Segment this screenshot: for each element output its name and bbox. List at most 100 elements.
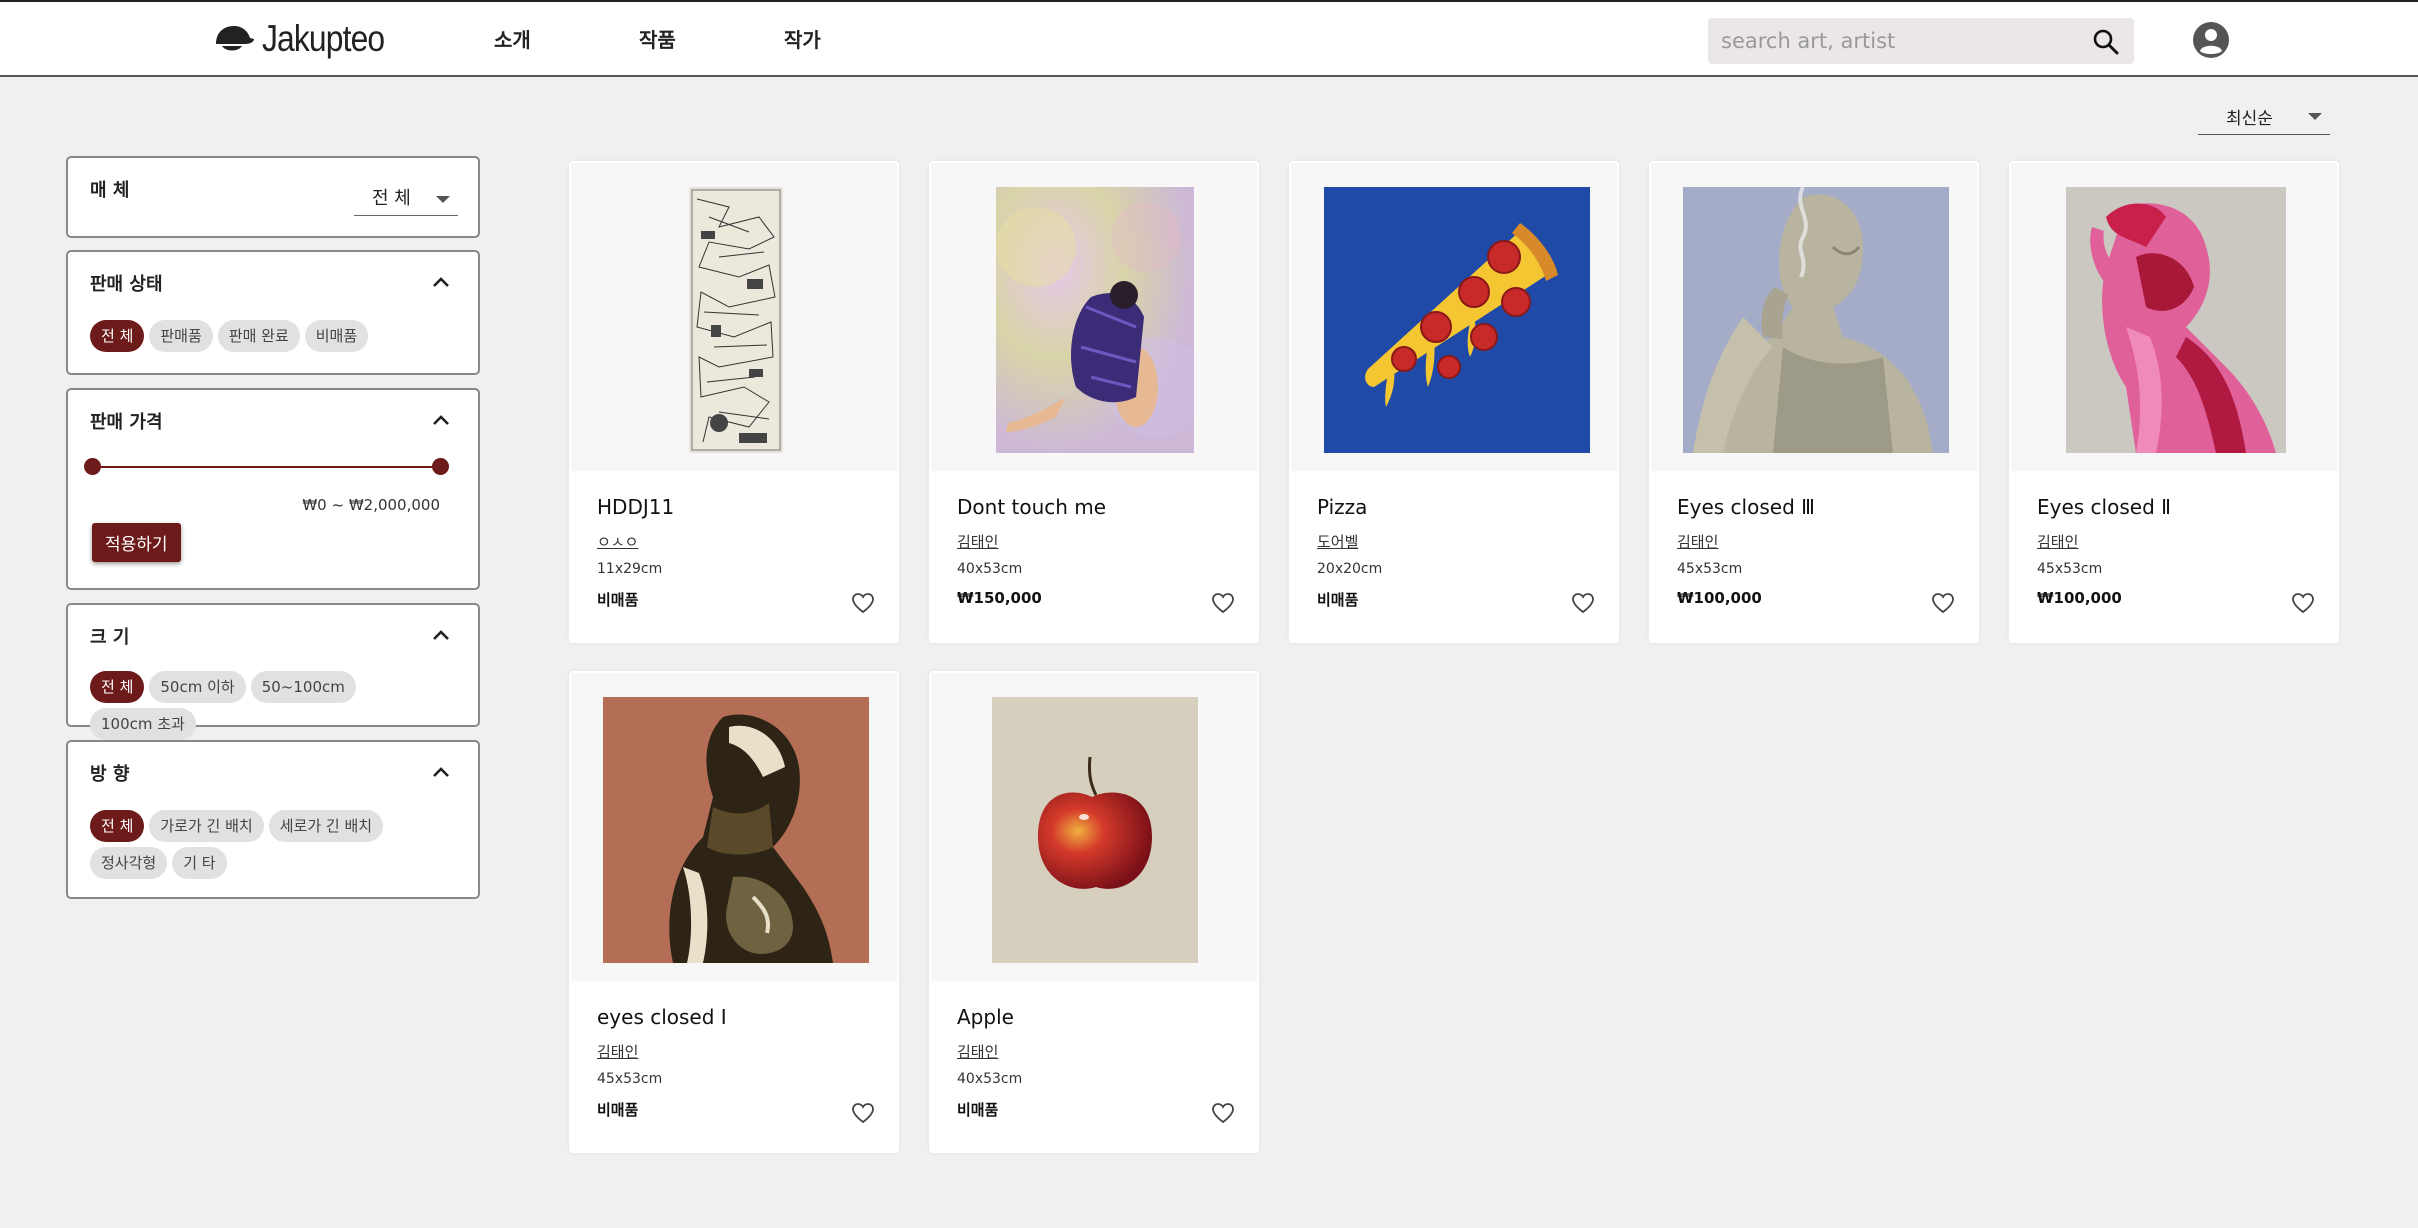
chevron-up-icon[interactable]: [432, 766, 450, 778]
artwork-image-dont-touch-me: [996, 187, 1194, 453]
artwork-image-frame: [1651, 163, 1977, 471]
artwork-card[interactable]: HDDJ11 ㅇㅅㅇ 11x29cm 비매품: [569, 161, 899, 643]
sort-label: 최신순: [2226, 109, 2273, 129]
artwork-title: Apple: [957, 1005, 1014, 1029]
artwork-title: eyes closed Ⅰ: [597, 1005, 727, 1029]
artwork-status: ₩150,000: [957, 589, 1042, 607]
chevron-up-icon[interactable]: [432, 276, 450, 288]
artwork-card[interactable]: Eyes closed Ⅲ 김태인 45x53cm ₩100,000: [1649, 161, 1979, 643]
artwork-card[interactable]: Eyes closed Ⅱ 김태인 45x53cm ₩100,000: [2009, 161, 2339, 643]
chevron-up-icon[interactable]: [432, 629, 450, 641]
chip-size-all[interactable]: 전 체: [90, 671, 145, 703]
price-slider-max-handle[interactable]: [431, 458, 449, 475]
search-input[interactable]: [1708, 18, 2078, 64]
artwork-image-frame: [931, 163, 1257, 471]
logo-hat-icon: [216, 26, 254, 51]
artwork-status: 비매품: [1317, 591, 1359, 609]
artwork-title: Eyes closed Ⅲ: [1677, 495, 1815, 519]
chip-for-sale[interactable]: 판매품: [149, 320, 213, 352]
nav-item-artists[interactable]: 작가: [784, 24, 929, 53]
heart-icon[interactable]: [1931, 592, 1955, 614]
artwork-card[interactable]: Apple 김태인 40x53cm 비매품: [929, 671, 1259, 1153]
chevron-up-icon[interactable]: [432, 414, 450, 426]
media-select-value: 전 체: [372, 188, 411, 209]
price-range-text: ₩0 ~ ₩2,000,000: [302, 496, 440, 514]
artwork-artist-link[interactable]: 김태인: [957, 531, 998, 552]
filter-media-panel: 매 체 전 체: [66, 156, 480, 238]
artwork-status: 비매품: [597, 1101, 639, 1119]
account-icon[interactable]: [2192, 21, 2230, 59]
filter-sale-status-panel: 판매 상태 전 체 판매품 판매 완료 비매품: [66, 250, 480, 375]
artwork-artist-link[interactable]: ㅇㅅㅇ: [597, 531, 638, 552]
chip-size-over-100[interactable]: 100cm 초과: [90, 708, 196, 740]
price-slider-track[interactable]: [92, 466, 440, 468]
chip-other[interactable]: 기 타: [172, 847, 227, 879]
media-select[interactable]: 전 체: [354, 180, 458, 216]
artwork-image-frame: [2011, 163, 2337, 471]
chip-square[interactable]: 정사각형: [90, 847, 168, 879]
artwork-artist-link[interactable]: 김태인: [957, 1041, 998, 1062]
artwork-title: Eyes closed Ⅱ: [2037, 495, 2171, 519]
nav-item-artworks[interactable]: 작품: [639, 24, 784, 53]
logo-text: Jakupteo: [262, 18, 385, 59]
filter-orientation-panel: 방 향 전 체 가로가 긴 배치 세로가 긴 배치 정사각형 기 타: [66, 740, 480, 899]
artwork-size: 45x53cm: [2037, 561, 2103, 577]
logo[interactable]: Jakupteo: [212, 18, 404, 60]
apply-price-button[interactable]: 적용하기: [92, 523, 181, 562]
chip-orientation-all[interactable]: 전 체: [90, 810, 145, 842]
filter-media-title: 매 체: [90, 180, 130, 201]
artwork-status: ₩100,000: [1677, 589, 1762, 607]
site-header: Jakupteo 소개 작품 작가: [0, 0, 2418, 77]
artwork-size: 11x29cm: [597, 561, 663, 577]
artwork-image-eyes-closed-1: [603, 697, 869, 963]
artwork-image-eyes-closed-2: [2066, 187, 2286, 453]
artwork-artist-link[interactable]: 김태인: [597, 1041, 638, 1062]
heart-icon[interactable]: [851, 592, 875, 614]
chip-not-for-sale[interactable]: 비매품: [304, 320, 369, 352]
price-slider-min-handle[interactable]: [83, 458, 101, 475]
artwork-title: Pizza: [1317, 495, 1368, 519]
chip-size-under-50[interactable]: 50cm 이하: [149, 671, 246, 703]
artwork-size: 40x53cm: [957, 561, 1023, 577]
sort-select[interactable]: 최신순: [2198, 96, 2330, 135]
artwork-image-apple: [992, 697, 1198, 963]
orientation-chips: 전 체 가로가 긴 배치 세로가 긴 배치 정사각형 기 타: [90, 810, 460, 879]
artwork-card[interactable]: Pizza 도어벨 20x20cm 비매품: [1289, 161, 1619, 643]
artwork-size: 20x20cm: [1317, 561, 1383, 577]
artwork-status: 비매품: [597, 591, 639, 609]
artwork-image-frame: [571, 673, 897, 981]
artwork-status: 비매품: [957, 1101, 999, 1119]
chip-landscape[interactable]: 가로가 긴 배치: [149, 810, 264, 842]
artwork-image-frame: [571, 163, 897, 471]
heart-icon[interactable]: [1571, 592, 1595, 614]
artwork-artist-link[interactable]: 도어벨: [1317, 531, 1358, 552]
chip-sale-all[interactable]: 전 체: [90, 320, 145, 352]
filter-sale-status-title: 판매 상태: [90, 274, 163, 295]
artwork-title: HDDJ11: [597, 495, 675, 519]
artwork-card[interactable]: Dont touch me 김태인 40x53cm ₩150,000: [929, 161, 1259, 643]
chip-sold-out[interactable]: 판매 완료: [217, 320, 300, 352]
heart-icon[interactable]: [1211, 592, 1235, 614]
artwork-image-hddj11: [689, 187, 783, 453]
filter-orientation-title: 방 향: [90, 764, 130, 785]
artwork-artist-link[interactable]: 김태인: [1677, 531, 1718, 552]
artwork-image-eyes-closed-3: [1683, 187, 1949, 453]
heart-icon[interactable]: [2291, 592, 2315, 614]
filter-size-panel: 크 기 전 체 50cm 이하 50~100cm 100cm 초과: [66, 603, 480, 740]
heart-icon[interactable]: [1211, 1102, 1235, 1124]
chip-size-50-100[interactable]: 50~100cm: [250, 671, 356, 703]
heart-icon[interactable]: [851, 1102, 875, 1124]
artwork-card[interactable]: eyes closed Ⅰ 김태인 45x53cm 비매품: [569, 671, 899, 1153]
sale-status-chips: 전 체 판매품 판매 완료 비매품: [90, 320, 460, 352]
chip-portrait[interactable]: 세로가 긴 배치: [268, 810, 384, 842]
search-icon[interactable]: [2092, 28, 2120, 56]
artwork-size: 45x53cm: [1677, 561, 1743, 577]
search-box: [1708, 18, 2134, 64]
artwork-size: 45x53cm: [597, 1071, 663, 1087]
artwork-size: 40x53cm: [957, 1071, 1023, 1087]
artwork-artist-link[interactable]: 김태인: [2037, 531, 2078, 552]
filter-size-title: 크 기: [90, 627, 130, 648]
artwork-image-frame: [1291, 163, 1617, 471]
artwork-status: ₩100,000: [2037, 589, 2122, 607]
nav-item-about[interactable]: 소개: [494, 24, 639, 53]
